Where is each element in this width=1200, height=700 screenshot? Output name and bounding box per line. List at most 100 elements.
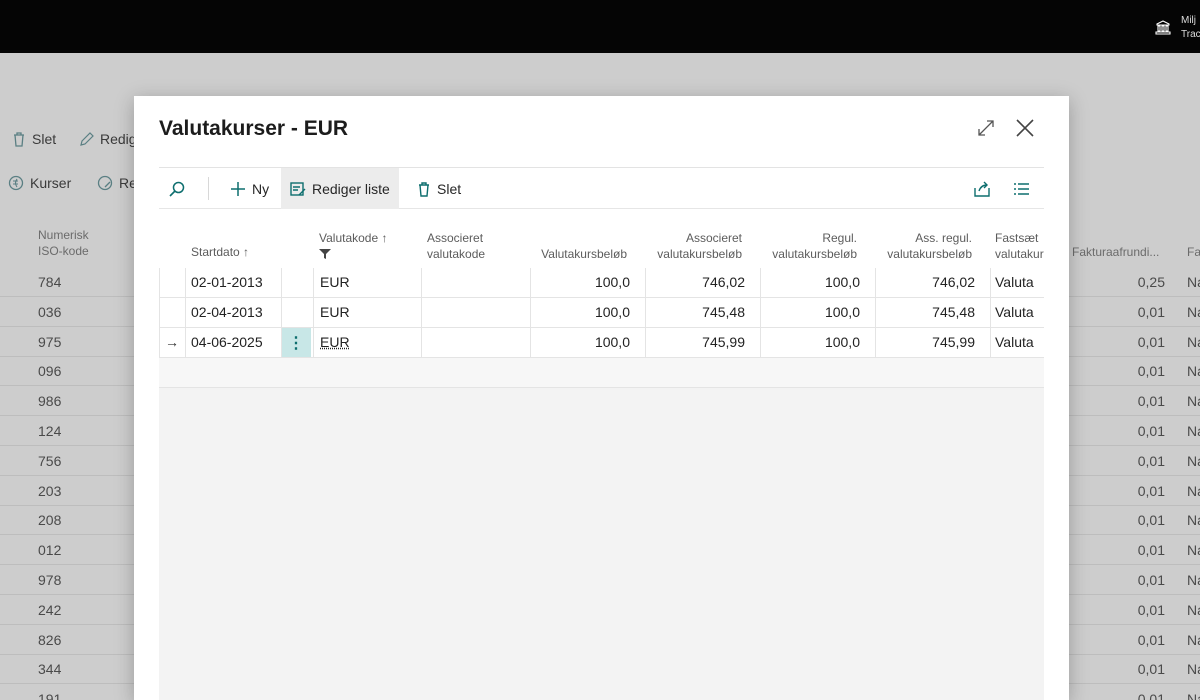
cell-assoc-adj-rate-text: 745,48 (932, 304, 975, 320)
action-separator (208, 177, 209, 200)
cell-currency-code[interactable]: EUR (320, 328, 418, 357)
table-row[interactable]: 02-04-2013 EUR 100,0 745,48 100,0 745,48 Valut… (159, 298, 1044, 328)
bg-next-value: Na (1187, 572, 1200, 588)
share-button[interactable] (967, 168, 997, 209)
cell-assoc-rate[interactable]: 746,02 (646, 268, 745, 297)
cell-fixed-rate-text: Valuta (995, 334, 1034, 350)
cell-assoc-adj-rate[interactable]: 745,48 (876, 298, 975, 327)
cell-rate-amount[interactable]: 100,0 (531, 268, 630, 297)
bg-list-row[interactable]: 124 (0, 417, 135, 446)
col-assoc-rate-line2: valutakursbeløb (657, 247, 742, 261)
table-row[interactable]: 02-01-2013 EUR 100,0 746,02 100,0 746,02 Valut… (159, 268, 1044, 298)
bg-list-row[interactable]: 756 (0, 447, 135, 476)
bg-list-row-right[interactable]: 0,01 Na (1068, 328, 1200, 357)
search-button[interactable] (159, 168, 195, 209)
bg-list-row-right[interactable]: 0,01 Na (1068, 357, 1200, 387)
bg-next-header[interactable]: Fa (1187, 244, 1200, 260)
cell-startdate[interactable]: 02-04-2013 (191, 298, 279, 327)
col-currency-code[interactable]: Valutakode ↑ (319, 230, 388, 263)
col-startdate[interactable]: Startdato ↑ (191, 244, 249, 260)
bg-list-row[interactable]: 344 (0, 655, 135, 685)
cell-rate-amount[interactable]: 100,0 (531, 298, 630, 327)
bg-list-row-right[interactable]: 0,01 Na (1068, 685, 1200, 700)
cell-currency-code-text: EUR (320, 334, 350, 350)
cell-startdate[interactable]: 02-01-2013 (191, 268, 279, 297)
bg-next-value: Na (1187, 303, 1200, 320)
row-actions-menu-button[interactable]: ⋮ (281, 328, 311, 357)
bg-list-row-right[interactable]: 0,25 Na (1068, 268, 1200, 297)
bg-list-row[interactable]: 826 (0, 626, 135, 655)
grid-new-row[interactable] (159, 358, 1044, 388)
bg-list-row[interactable]: 978 (0, 566, 135, 595)
bg-rates-edit-button[interactable]: Re (97, 175, 137, 191)
bg-next-value: Na (1187, 691, 1200, 700)
col-assoc-adj-rate[interactable]: Ass. regul. valutakursbeløb (875, 230, 972, 262)
table-row[interactable]: → ⋮ 04-06-2025 EUR 100,0 745,99 100,0 745,99 Val… (159, 328, 1044, 358)
cell-rate-amount[interactable]: 100,0 (531, 328, 630, 357)
cell-adj-rate[interactable]: 100,0 (761, 298, 860, 327)
cell-assoc-currency[interactable] (427, 298, 527, 327)
bg-list-row-right[interactable]: 0,01 Na (1068, 536, 1200, 566)
bg-list-row[interactable]: 036 (0, 298, 135, 327)
new-button[interactable]: Ny (221, 168, 278, 209)
bg-rounding-value: 0,01 (1137, 363, 1165, 380)
bg-invoice-rounding-header[interactable]: Fakturaafrundi... (1072, 244, 1159, 260)
bg-list-row[interactable]: 242 (0, 596, 135, 625)
pencil-icon (80, 131, 94, 146)
cell-assoc-rate[interactable]: 745,48 (646, 298, 745, 327)
col-adj-rate[interactable]: Regul. valutakursbeløb (759, 230, 857, 262)
bg-iso-code-header[interactable]: Numerisk ISO-kode (38, 227, 89, 259)
bg-rounding-value: 0,01 (1137, 452, 1165, 469)
bg-list-row-right[interactable]: 0,01 Na (1068, 417, 1200, 446)
bg-rounding-value: 0,01 (1137, 691, 1165, 700)
cell-fixed-rate[interactable]: Valuta (995, 298, 1044, 327)
cell-adj-rate[interactable]: 100,0 (761, 328, 860, 357)
cell-assoc-adj-rate[interactable]: 745,99 (876, 328, 975, 357)
cell-assoc-adj-rate[interactable]: 746,02 (876, 268, 975, 297)
col-fixed-rate[interactable]: Fastsæt valutakur (995, 230, 1044, 262)
bg-list-row[interactable]: 191 (0, 685, 135, 700)
bg-rates-button[interactable]: Kurser (8, 175, 71, 191)
bg-list-row-right[interactable]: 0,01 Na (1068, 387, 1200, 417)
bg-edit-button[interactable]: Redig (79, 131, 137, 147)
environment-label[interactable]: Milj Trac (1181, 14, 1200, 42)
bg-list-row-right[interactable]: 0,01 Na (1068, 566, 1200, 595)
cell-assoc-rate[interactable]: 745,99 (646, 328, 745, 357)
bg-list-row[interactable]: 975 (0, 328, 135, 357)
bg-rounding-value: 0,01 (1137, 423, 1165, 439)
delete-button[interactable]: Slet (408, 168, 470, 209)
cell-fixed-rate[interactable]: Valuta (995, 328, 1044, 357)
cell-currency-code[interactable]: EUR (320, 268, 418, 297)
bg-next-value: Na (1187, 363, 1200, 380)
bg-list-row[interactable]: 012 (0, 536, 135, 566)
bg-list-row-right[interactable]: 0,01 Na (1068, 626, 1200, 655)
bg-list-row[interactable]: 208 (0, 506, 135, 536)
expand-icon[interactable] (976, 118, 996, 138)
bg-list-row-right[interactable]: 0,01 Na (1068, 447, 1200, 476)
edit-list-button[interactable]: Rediger liste (281, 168, 399, 209)
cell-fixed-rate[interactable]: Valuta (995, 268, 1044, 297)
bg-list-row-right[interactable]: 0,01 Na (1068, 506, 1200, 536)
exchange-rates-grid: Startdato ↑ Valutakode ↑ Associeret valu… (159, 209, 1044, 700)
cell-currency-code[interactable]: EUR (320, 298, 418, 327)
col-assoc-rate[interactable]: Associeret valutakursbeløb (646, 230, 742, 262)
cell-startdate[interactable]: 04-06-2025 (191, 328, 279, 357)
col-assoc-currency[interactable]: Associeret valutakode (427, 230, 485, 262)
cell-adj-rate[interactable]: 100,0 (761, 268, 860, 297)
list-view-button[interactable] (1007, 168, 1036, 209)
bg-list-row-right[interactable]: 0,01 Na (1068, 477, 1200, 506)
bg-list-row[interactable]: 203 (0, 477, 135, 506)
bg-delete-button[interactable]: Slet (12, 131, 56, 147)
environment-icon[interactable] (1155, 20, 1171, 36)
bg-list-row[interactable]: 986 (0, 387, 135, 417)
cell-assoc-currency[interactable] (427, 328, 527, 357)
bg-list-row-right[interactable]: 0,01 Na (1068, 655, 1200, 685)
cell-assoc-currency[interactable] (427, 268, 527, 297)
bg-list-row-right[interactable]: 0,01 Na (1068, 298, 1200, 327)
col-rate-amount[interactable]: Valutakursbeløb (531, 246, 627, 262)
bg-list-row-right[interactable]: 0,01 Na (1068, 596, 1200, 625)
close-icon[interactable] (1014, 117, 1036, 139)
bg-list-row[interactable]: 784 (0, 268, 135, 297)
bg-list-row[interactable]: 096 (0, 357, 135, 387)
bg-rounding-value: 0,01 (1137, 572, 1165, 588)
